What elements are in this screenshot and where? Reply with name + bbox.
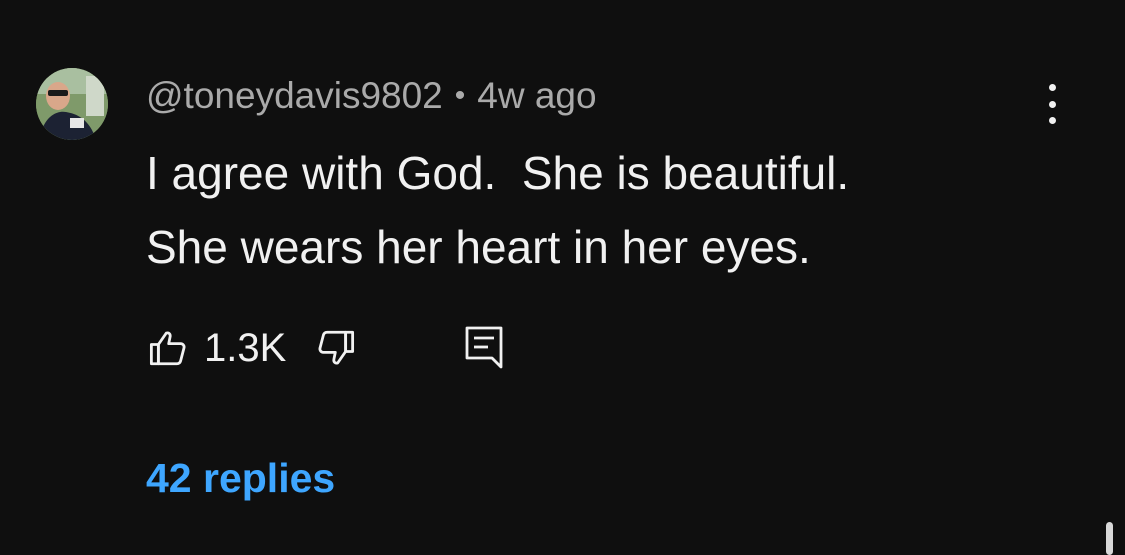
view-replies-link[interactable]: 42 replies xyxy=(146,452,335,504)
comment-actions: 1.3K xyxy=(146,320,506,376)
more-vertical-icon[interactable] xyxy=(1032,80,1072,128)
thumbs-up-icon xyxy=(149,331,186,366)
like-count: 1.3K xyxy=(204,326,287,370)
comment-timestamp: 4w ago xyxy=(477,75,597,116)
menu-dot xyxy=(1048,117,1056,124)
comment-reply-icon xyxy=(465,326,503,369)
menu-dot xyxy=(1048,100,1056,108)
like-button[interactable] xyxy=(146,326,190,370)
dislike-button[interactable] xyxy=(314,326,358,370)
reply-button[interactable] xyxy=(462,324,506,372)
author-handle[interactable]: @toneydavis9802 xyxy=(146,75,443,117)
comment-body: I agree with God. She is beautiful. She … xyxy=(146,136,1046,284)
scrollbar-thumb[interactable] xyxy=(1106,522,1113,555)
comment-thread: @toneydavis9802 • 4w ago I agree with Go… xyxy=(0,0,1125,555)
meta-separator: • xyxy=(454,79,466,112)
avatar[interactable] xyxy=(36,68,108,140)
comment-meta: @toneydavis9802 • 4w ago xyxy=(146,74,597,118)
comment-line: I agree with God. She is beautiful. xyxy=(146,147,850,199)
avatar-image xyxy=(36,68,108,140)
thumbs-down-icon xyxy=(318,330,355,365)
menu-dot xyxy=(1048,84,1056,91)
comment-line: She wears her heart in her eyes. xyxy=(146,221,811,273)
